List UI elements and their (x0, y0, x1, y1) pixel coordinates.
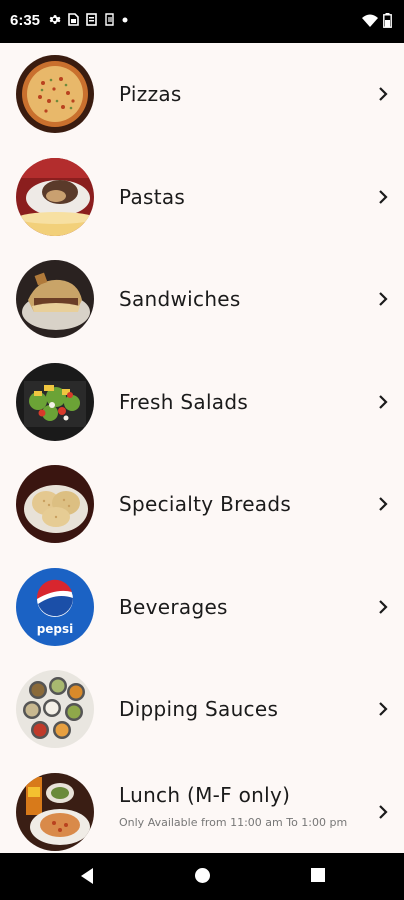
menu-item-dipping-sauces[interactable]: Dipping Sauces (0, 658, 404, 761)
chevron-right-icon (379, 804, 388, 819)
lunch-image (16, 772, 94, 851)
menu-item-label: Specialty Breads (119, 492, 292, 517)
status-bar: 6:35 (0, 0, 404, 43)
pasta-image (16, 157, 94, 236)
menu-item-label: Pastas (119, 184, 186, 209)
chevron-right-icon (379, 394, 388, 409)
menu-item-label: Dipping Sauces (119, 697, 279, 722)
chevron-right-icon (379, 189, 388, 204)
home-icon[interactable] (194, 867, 211, 884)
menu-item-label: Lunch (M-F only) (119, 782, 291, 807)
chevron-right-icon (379, 702, 388, 717)
dot-icon (122, 17, 128, 22)
clipboard-icon (86, 13, 97, 26)
data-icon (105, 13, 114, 26)
menu-item-specialty-breads[interactable]: Specialty Breads (0, 453, 404, 556)
menu-list: Pizzas Pastas Sandwiches Fresh Salads Sp… (0, 43, 404, 863)
navigation-bar (0, 853, 404, 900)
chevron-right-icon (379, 292, 388, 307)
sauces-image (16, 670, 94, 749)
menu-item-subtitle: Only Available from 11:00 am To 1:00 pm (119, 815, 348, 829)
menu-item-fresh-salads[interactable]: Fresh Salads (0, 351, 404, 454)
settings-icon (49, 15, 61, 24)
bread-image (16, 465, 94, 544)
menu-item-label: Fresh Salads (119, 389, 249, 414)
menu-item-label: Sandwiches (119, 287, 241, 312)
menu-item-beverages[interactable]: pepsi Beverages (0, 556, 404, 659)
recents-icon[interactable] (310, 867, 326, 883)
menu-item-pizzas[interactable]: Pizzas (0, 43, 404, 146)
battery-icon (383, 13, 392, 28)
back-icon[interactable] (79, 867, 95, 885)
chevron-right-icon (379, 497, 388, 512)
pizza-image (16, 55, 94, 134)
menu-item-label: Beverages (119, 594, 228, 619)
pepsi-logo-image: pepsi (16, 567, 94, 646)
menu-item-pastas[interactable]: Pastas (0, 146, 404, 249)
chevron-right-icon (379, 599, 388, 614)
menu-item-sandwiches[interactable]: Sandwiches (0, 248, 404, 351)
status-time: 6:35 (10, 12, 41, 29)
chevron-right-icon (379, 87, 388, 102)
sandwich-image (16, 260, 94, 339)
menu-item-label: Pizzas (119, 82, 182, 107)
salad-image (16, 362, 94, 441)
pepsi-logo-text: pepsi (37, 622, 74, 636)
menu-item-lunch[interactable]: Lunch (M-F only) Only Available from 11:… (0, 761, 404, 864)
sim-icon (68, 13, 79, 26)
wifi-icon (362, 14, 378, 27)
